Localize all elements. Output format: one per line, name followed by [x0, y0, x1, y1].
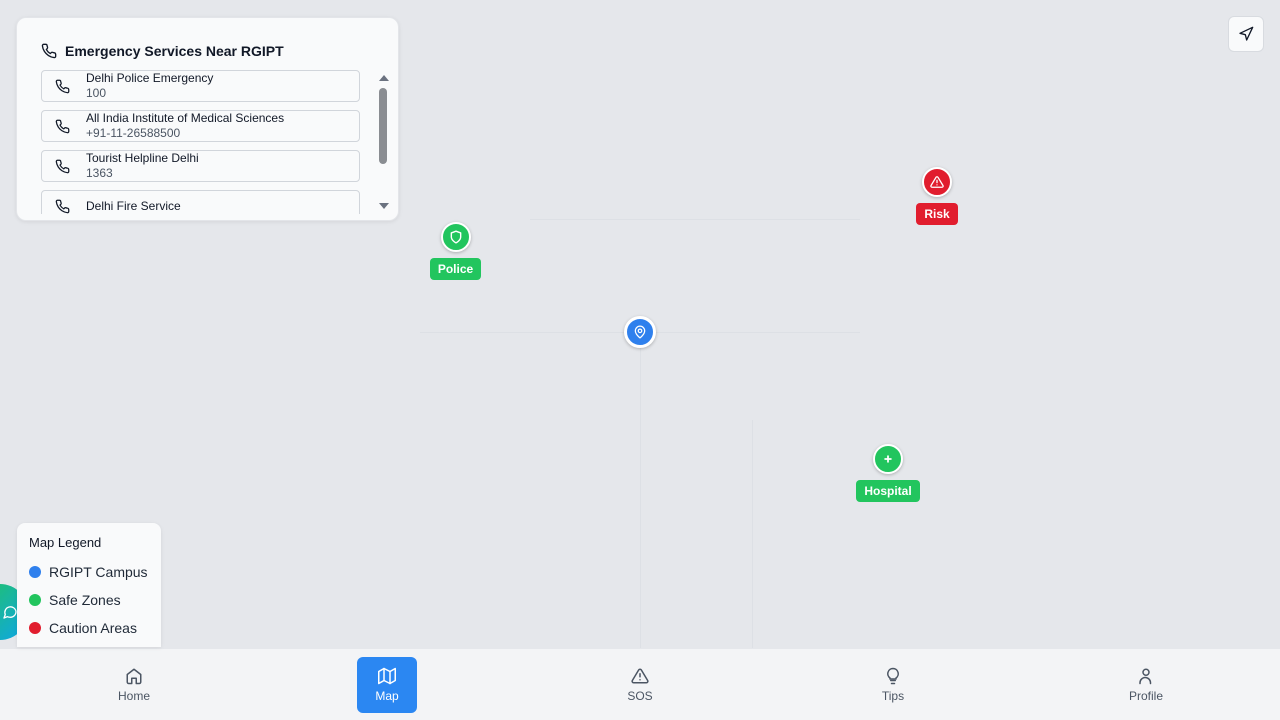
nav-label: Profile	[1128, 689, 1163, 703]
service-name: All India Institute of Medical Sciences	[86, 111, 285, 125]
panel-header: Emergency Services Near RGIPT	[41, 43, 284, 59]
hospital-marker-label: Hospital	[856, 480, 920, 502]
service-item[interactable]: Delhi Fire Service	[41, 190, 360, 214]
user-icon	[1137, 667, 1155, 685]
phone-icon	[55, 119, 73, 134]
legend-dot-blue	[29, 566, 41, 578]
map-road	[530, 219, 860, 220]
warning-icon	[922, 167, 952, 197]
campus-marker[interactable]	[624, 316, 656, 348]
plus-icon	[873, 444, 903, 474]
services-list[interactable]: Delhi Police Emergency 100 All India Inst…	[41, 70, 360, 214]
nav-label: Tips	[881, 689, 905, 703]
services-scrollbar[interactable]	[377, 70, 391, 214]
service-item[interactable]: All India Institute of Medical Sciences +…	[41, 110, 360, 142]
service-item[interactable]: Delhi Police Emergency 100	[41, 70, 360, 102]
legend-title: Map Legend	[29, 535, 102, 550]
chat-bubble-icon	[2, 604, 18, 620]
bottom-nav: Home Map SOS Tips Profile	[0, 648, 1280, 720]
map-road	[752, 420, 753, 648]
legend-dot-red	[29, 622, 41, 634]
legend-item-label: Caution Areas	[49, 620, 137, 636]
service-name: Tourist Helpline Delhi	[86, 151, 199, 165]
scroll-down-arrow-icon[interactable]	[379, 203, 389, 209]
phone-icon	[41, 43, 57, 59]
nav-tips[interactable]: Tips	[863, 657, 923, 713]
phone-icon	[55, 79, 73, 94]
emergency-services-panel: Emergency Services Near RGIPT Delhi Poli…	[16, 17, 399, 221]
phone-icon	[55, 199, 73, 214]
map-icon	[378, 667, 396, 685]
service-name: Delhi Fire Service	[86, 198, 181, 213]
map-pin-icon	[624, 316, 656, 348]
service-name: Delhi Police Emergency	[86, 71, 214, 85]
map-legend: Map Legend RGIPT Campus Safe Zones Cauti…	[17, 523, 161, 647]
map-road	[640, 340, 641, 648]
legend-item-safe: Safe Zones	[29, 586, 149, 614]
scroll-up-arrow-icon[interactable]	[379, 75, 389, 81]
lightbulb-icon	[884, 667, 902, 685]
phone-icon	[55, 159, 73, 174]
nav-label: Home	[117, 689, 150, 703]
nav-map[interactable]: Map	[357, 657, 417, 713]
legend-dot-green	[29, 594, 41, 606]
service-item[interactable]: Tourist Helpline Delhi 1363	[41, 150, 360, 182]
risk-marker-label: Risk	[916, 203, 958, 225]
legend-item-campus: RGIPT Campus	[29, 558, 149, 586]
service-number: +91-11-26588500	[86, 126, 181, 140]
nav-label: Map	[375, 689, 399, 703]
legend-item-label: Safe Zones	[49, 592, 121, 608]
police-marker-label: Police	[429, 258, 482, 280]
warning-icon	[631, 667, 649, 685]
nav-home[interactable]: Home	[104, 657, 164, 713]
police-marker[interactable]: Police	[427, 222, 484, 280]
nav-sos[interactable]: SOS	[610, 657, 670, 713]
locate-me-button[interactable]	[1228, 16, 1264, 52]
shield-icon	[440, 222, 471, 252]
home-icon	[125, 667, 143, 685]
navigation-arrow-icon	[1238, 26, 1254, 42]
panel-title: Emergency Services Near RGIPT	[65, 43, 284, 59]
legend-item-label: RGIPT Campus	[49, 564, 148, 580]
scroll-thumb[interactable]	[379, 88, 387, 164]
service-number: 100	[86, 86, 107, 100]
nav-label: SOS	[627, 689, 653, 703]
risk-marker[interactable]: Risk	[914, 167, 960, 225]
legend-item-caution: Caution Areas	[29, 614, 149, 642]
nav-profile[interactable]: Profile	[1116, 657, 1176, 713]
hospital-marker[interactable]: Hospital	[853, 444, 923, 502]
service-number: 1363	[86, 166, 113, 180]
